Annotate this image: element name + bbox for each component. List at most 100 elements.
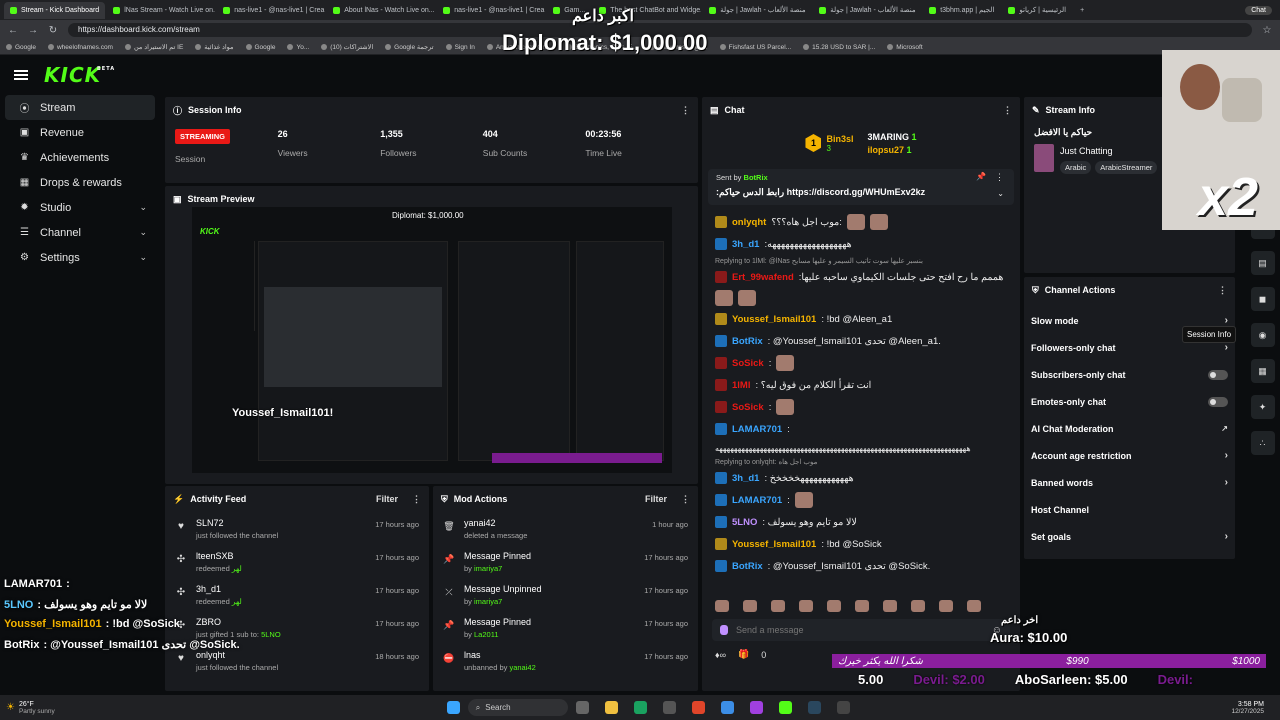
more-icon[interactable]: ⋮ <box>412 494 421 505</box>
emote-picker-item[interactable] <box>939 600 953 612</box>
tools-icon[interactable]: ✦ <box>1250 395 1275 419</box>
star-icon[interactable]: ☆ <box>1262 25 1272 36</box>
chat-username[interactable]: LAMAR701 <box>732 424 782 435</box>
browser-tab[interactable]: جولة | Jawlah - منصة الألعاب <box>703 2 811 19</box>
chat-message[interactable]: BotRix: @Youssef_Ismail101 تحدى @Aleen_a… <box>702 330 1020 352</box>
browser-tab[interactable]: nas-live1 - @nas-live1 | Crea... <box>217 2 325 19</box>
infinity-icon[interactable]: ♦∞ <box>715 650 726 660</box>
chevron-right-icon[interactable]: › <box>1225 450 1228 461</box>
browser-tab[interactable]: جولة | Jawlah - منصة الألعاب <box>813 2 921 19</box>
bookmark-item[interactable]: Google <box>245 44 275 51</box>
chat-message[interactable]: Ert_99wafend:هممم ما رح افتح حتى جلسات ا… <box>702 266 1020 288</box>
chat-username[interactable]: 1lMl <box>732 380 750 391</box>
explorer-icon[interactable] <box>604 701 618 714</box>
external-link-icon[interactable]: ↗ <box>1221 424 1228 433</box>
category-name[interactable]: Just Chatting <box>1060 146 1157 156</box>
chevron-right-icon[interactable]: › <box>1225 315 1228 326</box>
chevron-right-icon[interactable]: › <box>1225 477 1228 488</box>
mod-action-by[interactable]: La2011 <box>474 630 498 639</box>
chat-message[interactable]: SoSick: <box>702 396 1020 418</box>
bookmark-item[interactable]: Yo... <box>287 44 309 51</box>
steam-icon[interactable] <box>807 701 821 714</box>
channel-action-account-age-restriction[interactable]: Account age restriction › <box>1024 442 1235 469</box>
chat-message[interactable]: 3h_d1: ههههههههههههخخخخخ <box>702 467 1020 489</box>
sidebar-item-revenue[interactable]: ▣ Revenue <box>5 120 155 145</box>
chat-message[interactable]: Youssef_Ismail101: !bd @SoSick <box>702 533 1020 555</box>
sidebar-item-achievements[interactable]: ♛ Achievements <box>5 145 155 170</box>
chat-message[interactable]: 5LNO: لالا مو تايم وهو يسولف <box>702 511 1020 533</box>
mic-icon[interactable] <box>720 625 728 635</box>
chat-username[interactable]: SoSick <box>732 402 764 413</box>
tag-chip[interactable]: ArabicStreamer <box>1095 161 1158 174</box>
bookmark-item[interactable]: Google ترجمة <box>385 43 434 51</box>
chat-username[interactable]: Youssef_Ismail101 <box>732 539 816 550</box>
dots-icon[interactable]: ∴ <box>1250 431 1275 455</box>
channel-action-host-channel[interactable]: Host Channel <box>1024 496 1235 523</box>
bookmark-item[interactable]: Microsoft <box>887 44 923 51</box>
tag-chip[interactable]: Arabic <box>1060 161 1092 174</box>
chat-username[interactable]: 5LNO <box>732 517 757 528</box>
menu-icon[interactable] <box>14 70 28 80</box>
bookmark-item[interactable]: Fishsfast US Parcel... <box>719 44 791 51</box>
chat-message[interactable]: onlyqht موب اجل هاه؟؟؟: <box>702 211 1020 233</box>
more-icon[interactable]: ⋮ <box>1218 285 1227 296</box>
more-icon[interactable]: ⋮ <box>681 494 690 505</box>
toggle-switch[interactable] <box>1208 396 1228 407</box>
emote-picker-item[interactable] <box>827 600 841 612</box>
bookmark-item[interactable]: (10) الاشتراكات <box>321 43 373 51</box>
edge-icon[interactable] <box>633 701 647 714</box>
toggle-switch[interactable] <box>1208 369 1228 380</box>
activity-user[interactable]: ZBRO <box>196 617 281 627</box>
chat-message[interactable]: LAMAR701: <box>702 489 1020 511</box>
activity-user[interactable]: onlyqht <box>196 650 278 660</box>
chat-username[interactable]: 3h_d1 <box>732 239 759 250</box>
bookmark-item[interactable]: Google <box>6 44 36 51</box>
channel-action-subscribers-only-chat[interactable]: Subscribers-only chat <box>1024 361 1235 388</box>
chevron-down-icon[interactable]: ⌄ <box>139 227 147 238</box>
more-icon[interactable]: ⋮ <box>995 172 1004 183</box>
app-icon[interactable] <box>720 701 734 714</box>
kick-logo[interactable]: KICK BETA <box>44 63 114 87</box>
chat-username[interactable]: LAMAR701 <box>732 495 782 506</box>
chat-message[interactable]: Youssef_Ismail101: !bd @Aleen_a1 <box>702 308 1020 330</box>
obs-icon[interactable] <box>836 701 850 714</box>
taskview-icon[interactable] <box>575 701 589 714</box>
kick-app-icon[interactable] <box>778 701 792 714</box>
weather-widget[interactable]: ☀ 26°F Partly sunny <box>6 701 55 715</box>
sidebar-item-drops-rewards[interactable]: ▦ Drops & rewards <box>5 170 155 195</box>
bookmark-item[interactable]: مواد غذائية <box>195 43 234 51</box>
chat-message[interactable]: 3h_d1:ههههههههههههههههههه <box>702 233 1020 255</box>
broadcast-icon[interactable]: ◉ <box>1250 323 1275 347</box>
bookmark-item[interactable]: Sign In <box>445 44 475 51</box>
search-box[interactable]: ⌕ Search <box>467 699 568 716</box>
chat-username[interactable]: Youssef_Ismail101 <box>732 314 816 325</box>
sidebar-item-settings[interactable]: ⚙ Settings ⌄ <box>5 245 155 270</box>
browser-tab[interactable]: About lNas - Watch Live on... <box>327 2 435 19</box>
chevron-down-icon[interactable]: ⌄ <box>997 189 1004 198</box>
stream-preview-video[interactable]: KICK Diplomat: $1,000.00 Youssef_Ismail1… <box>192 207 672 473</box>
pinned-message[interactable]: Sent by BotRix :رابط الدس حياكم https://… <box>708 169 1014 205</box>
emote-picker-item[interactable] <box>967 600 981 612</box>
windows-icon[interactable] <box>446 701 460 714</box>
emote-picker-item[interactable] <box>855 600 869 612</box>
activity-filter-button[interactable]: Filter <box>376 494 398 504</box>
chat-username[interactable]: BotRix <box>732 561 763 572</box>
emote-picker-item[interactable] <box>799 600 813 612</box>
chat-username[interactable]: BotRix <box>732 336 763 347</box>
chat-username[interactable]: SoSick <box>732 358 764 369</box>
mod-action-by[interactable]: imariya7 <box>474 597 502 606</box>
new-tab-button[interactable]: + <box>1074 2 1090 19</box>
chevron-right-icon[interactable]: › <box>1225 342 1228 353</box>
channel-action-set-goals[interactable]: Set goals › <box>1024 523 1235 550</box>
activity-user[interactable]: lteenSXB <box>196 551 242 561</box>
pin-icon[interactable]: 📌 <box>976 172 986 181</box>
browser-tab[interactable]: t3bhm.app | الجيم <box>923 2 1000 19</box>
sidebar-item-stream[interactable]: ⦿ Stream <box>5 95 155 120</box>
more-icon[interactable]: ⋮ <box>1003 105 1012 116</box>
layout-icon[interactable]: ▦ <box>1250 359 1275 383</box>
bookmark-item[interactable]: تم الاستيراد من IE <box>124 43 183 51</box>
chat-username[interactable]: 3h_d1 <box>732 473 759 484</box>
chevron-down-icon[interactable]: ⌄ <box>139 202 147 213</box>
brave-icon[interactable] <box>691 701 705 714</box>
channel-action-emotes-only-chat[interactable]: Emotes-only chat <box>1024 388 1235 415</box>
